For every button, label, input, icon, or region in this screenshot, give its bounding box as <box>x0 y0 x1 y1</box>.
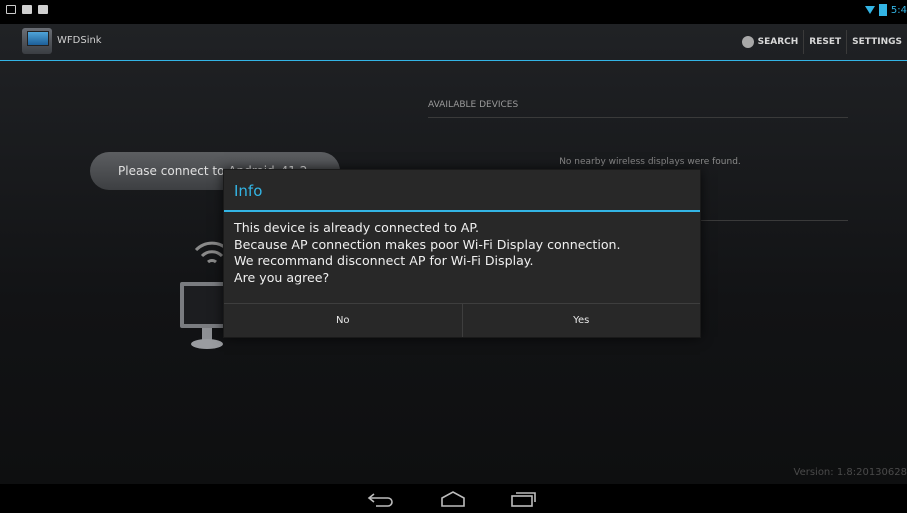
empty-devices-message: No nearby wireless displays were found. <box>559 157 741 167</box>
version-label: Version: 1.8:20130628 <box>793 467 907 478</box>
gallery-icon <box>22 5 32 14</box>
reset-button[interactable]: RESET <box>803 30 846 54</box>
home-icon[interactable] <box>438 490 468 508</box>
navigation-bar <box>0 484 907 513</box>
dialog-message-line: This device is already connected to AP. <box>234 220 480 235</box>
app-icon[interactable] <box>22 28 52 54</box>
search-label: SEARCH <box>757 37 799 47</box>
status-time: 5:4 <box>890 4 907 16</box>
dialog-message-line: We recommand disconnect AP for Wi-Fi Dis… <box>234 253 534 268</box>
battery-icon <box>878 4 887 16</box>
dialog-title: Info <box>224 170 700 212</box>
status-bar: 5:4 <box>0 0 907 24</box>
notification-icon <box>38 5 48 14</box>
action-bar: WFDSink SEARCH RESET SETTINGS <box>0 24 907 61</box>
dialog-button-bar: No Yes <box>224 303 700 337</box>
no-button[interactable]: No <box>224 304 462 337</box>
back-icon[interactable] <box>366 490 396 508</box>
search-icon <box>741 36 754 48</box>
search-button[interactable]: SEARCH <box>737 30 804 54</box>
action-items: SEARCH RESET SETTINGS <box>737 30 907 54</box>
dialog-message: This device is already connected to AP. … <box>224 212 700 304</box>
recent-apps-icon[interactable] <box>508 490 538 508</box>
screenshot-icon <box>6 5 16 14</box>
yes-button[interactable]: Yes <box>461 304 701 337</box>
dialog-message-line: Are you agree? <box>234 269 330 285</box>
info-dialog: Info This device is already connected to… <box>224 170 700 337</box>
settings-button[interactable]: SETTINGS <box>846 30 907 54</box>
app-title: WFDSink <box>57 35 102 46</box>
wifi-signal-icon <box>864 6 875 14</box>
dialog-message-line: Because AP connection makes poor Wi-Fi D… <box>234 236 621 252</box>
available-devices-header: AVAILABLE DEVICES <box>428 100 848 118</box>
